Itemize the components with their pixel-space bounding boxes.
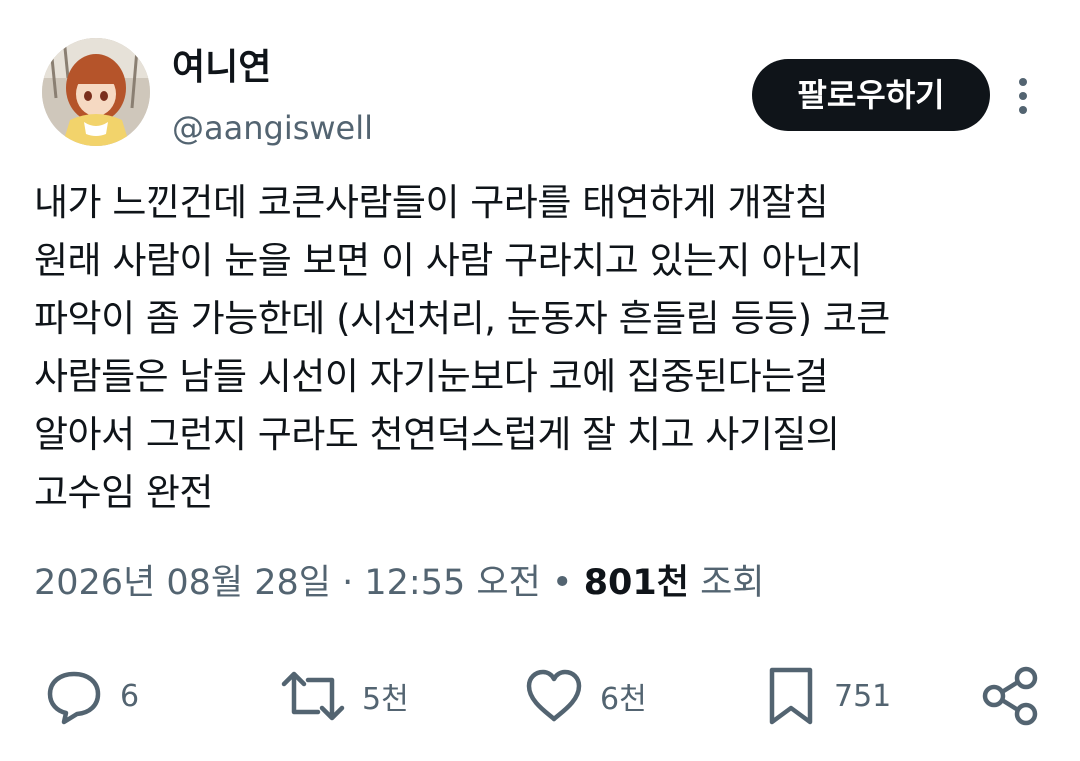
tweet-meta: 2026년 08월 28일 · 12:55 오전 • 801천 조회 bbox=[34, 557, 1044, 609]
avatar[interactable] bbox=[42, 38, 150, 146]
bookmark-icon bbox=[769, 667, 813, 725]
reply-count: 6 bbox=[120, 678, 140, 714]
tweet-header: 여니연 @aangiswell 팔로우하기 bbox=[0, 0, 1080, 170]
follow-button[interactable]: 팔로우하기 bbox=[752, 59, 990, 131]
tweet-text-line: 고수임 완전 bbox=[34, 471, 213, 514]
tweet-text-line: 알아서 그런지 구라도 천연덕스럽게 잘 치고 사기질의 bbox=[34, 413, 840, 456]
bookmark-button[interactable]: 751 bbox=[764, 656, 891, 736]
heart-icon bbox=[526, 669, 582, 722]
action-bar: 6 5천 6천 751 bbox=[0, 656, 1080, 736]
tweet-text-line: 내가 느낀건데 코큰사람들이 구라를 태연하게 개잘침 bbox=[34, 181, 829, 224]
tweet-text-line: 파악이 좀 가능한데 (시선처리, 눈동자 흔들림 등등) 코큰 bbox=[34, 297, 890, 340]
avatar-image bbox=[42, 38, 150, 146]
tweet-date[interactable]: 2026년 08월 28일 bbox=[34, 563, 331, 603]
tweet-text: 내가 느낀건데 코큰사람들이 구라를 태연하게 개잘침 원래 사람이 눈을 보면… bbox=[34, 174, 1044, 522]
display-name[interactable]: 여니연 bbox=[172, 46, 271, 90]
tweet-text-line: 사람들은 남들 시선이 자기눈보다 코에 집중된다는걸 bbox=[34, 355, 829, 398]
tweet-text-line: 원래 사람이 눈을 보면 이 사람 구라치고 있는지 아닌지 bbox=[34, 239, 862, 282]
tweet-time[interactable]: 12:55 오전 bbox=[364, 563, 540, 603]
more-options-button[interactable] bbox=[1006, 72, 1040, 120]
retweet-button[interactable]: 5천 bbox=[280, 656, 409, 736]
meta-separator: • bbox=[540, 563, 584, 603]
reply-button[interactable]: 6 bbox=[44, 656, 139, 736]
user-handle[interactable]: @aangiswell bbox=[172, 108, 373, 148]
views-label: 조회 bbox=[688, 563, 765, 603]
share-button[interactable] bbox=[978, 656, 1042, 736]
views-count[interactable]: 801천 bbox=[584, 563, 689, 603]
bookmark-count: 751 bbox=[834, 678, 892, 714]
meta-separator: · bbox=[331, 563, 365, 603]
more-vertical-icon bbox=[1019, 78, 1027, 114]
retweet-icon bbox=[281, 671, 345, 721]
share-icon bbox=[982, 666, 1038, 726]
retweet-count: 5천 bbox=[362, 682, 409, 717]
reply-icon bbox=[47, 671, 101, 725]
like-button[interactable]: 6천 bbox=[524, 656, 647, 736]
like-count: 6천 bbox=[600, 682, 647, 717]
